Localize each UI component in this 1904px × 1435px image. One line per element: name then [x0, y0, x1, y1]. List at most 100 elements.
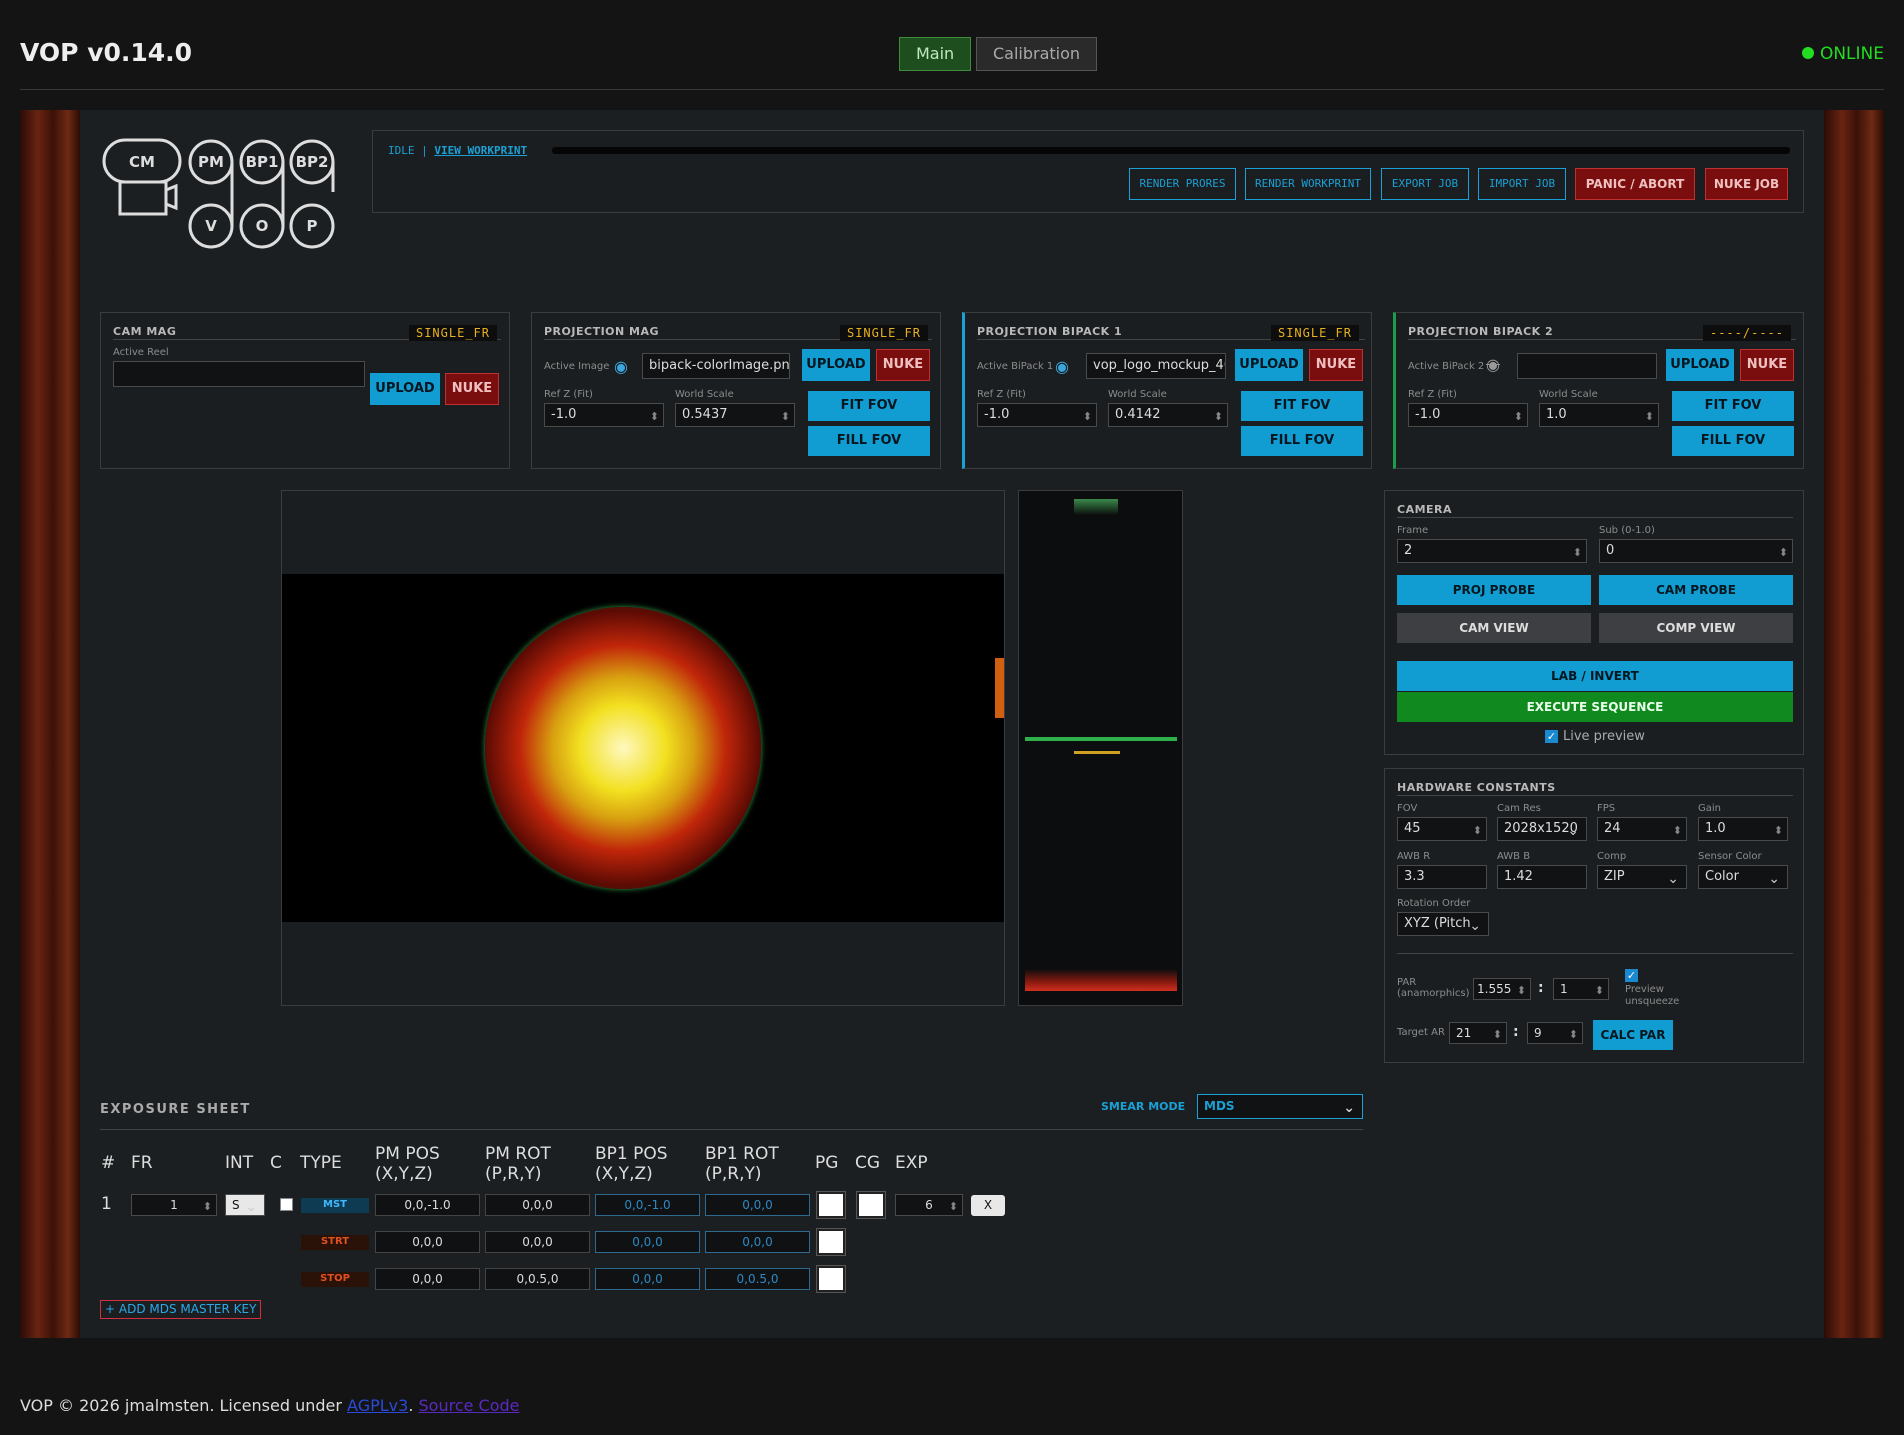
- smear-mode-select[interactable]: MDS: [1197, 1094, 1363, 1119]
- bipack1-fit-fov-button[interactable]: FIT FOV: [1241, 391, 1363, 421]
- cam-nuke-button[interactable]: NUKE: [445, 373, 499, 405]
- cam-view-button[interactable]: CAM VIEW: [1397, 613, 1591, 643]
- row-delete-button[interactable]: X: [971, 1195, 1005, 1216]
- comp-view-button[interactable]: COMP VIEW: [1599, 613, 1793, 643]
- stop-pm-pos[interactable]: 0,0,0: [375, 1268, 480, 1290]
- proj-refz-input[interactable]: -1.0: [544, 403, 664, 427]
- source-code-link[interactable]: Source Code: [419, 1396, 520, 1415]
- calc-par-button[interactable]: CALC PAR: [1593, 1020, 1673, 1050]
- stop-bp1-pos[interactable]: 0,0,0: [595, 1268, 700, 1290]
- awbb-input[interactable]: 1.42: [1497, 865, 1587, 889]
- live-preview-checkbox[interactable]: ✓: [1545, 730, 1558, 743]
- strt-bp1-rot[interactable]: 0,0,0: [705, 1231, 810, 1253]
- eye-icon[interactable]: ◉: [1055, 357, 1069, 376]
- bipack2-fit-fov-button[interactable]: FIT FOV: [1672, 391, 1794, 421]
- panic-abort-button[interactable]: PANIC / ABORT: [1575, 168, 1695, 200]
- bipack1-refz-input[interactable]: -1.0: [977, 403, 1097, 427]
- viewport-container[interactable]: [281, 490, 1005, 1006]
- frame-input[interactable]: 2: [1397, 539, 1587, 563]
- target-ar-a-input[interactable]: 21: [1449, 1022, 1507, 1044]
- stop-pm-rot[interactable]: 0,0.5,0: [485, 1268, 590, 1290]
- bipack1-scale-input[interactable]: 0.4142: [1108, 403, 1228, 427]
- proj-nuke-button[interactable]: NUKE: [876, 349, 930, 381]
- scope-green-trace: [1025, 737, 1177, 741]
- cam-probe-button[interactable]: CAM PROBE: [1599, 575, 1793, 605]
- connection-status: ONLINE: [1801, 44, 1884, 64]
- mst-pm-rot[interactable]: 0,0,0: [485, 1194, 590, 1216]
- stop-bp1-rot[interactable]: 0,0.5,0: [705, 1268, 810, 1290]
- bipack1-nuke-button[interactable]: NUKE: [1309, 349, 1363, 381]
- preview-label-line2: unsqueeze: [1625, 996, 1680, 1007]
- comp-select[interactable]: ZIP: [1597, 865, 1687, 889]
- mst-bp1-rot[interactable]: 0,0,0: [705, 1194, 810, 1216]
- logo-v: V: [205, 217, 217, 235]
- bipack1-fill-fov-button[interactable]: FILL FOV: [1241, 426, 1363, 456]
- viewport-canvas[interactable]: [282, 574, 1004, 922]
- add-mds-master-key-button[interactable]: + ADD MDS MASTER KEY: [100, 1300, 262, 1319]
- active-reel-input[interactable]: [113, 361, 365, 387]
- fov-input[interactable]: 45: [1397, 817, 1487, 841]
- strt-pg-swatch[interactable]: [816, 1228, 846, 1256]
- proj-scale-input[interactable]: 0.5437: [675, 403, 795, 427]
- strt-pm-pos[interactable]: 0,0,0: [375, 1231, 480, 1253]
- fps-input[interactable]: 24: [1597, 817, 1687, 841]
- gain-input[interactable]: 1.0: [1698, 817, 1788, 841]
- bipack1-active-input[interactable]: vop_logo_mockup_40: [1086, 353, 1226, 379]
- bipack2-nuke-button[interactable]: NUKE: [1740, 349, 1794, 381]
- eye-icon[interactable]: ◉: [614, 357, 628, 376]
- awbr-input[interactable]: 3.3: [1397, 865, 1487, 889]
- bipack2-fill-fov-button[interactable]: FILL FOV: [1672, 426, 1794, 456]
- logo-pm: PM: [198, 153, 224, 171]
- view-workprint-link[interactable]: VIEW WORKPRINT: [434, 144, 527, 157]
- bipack2-upload-button[interactable]: UPLOAD: [1666, 349, 1734, 381]
- proj-upload-button[interactable]: UPLOAD: [802, 349, 870, 381]
- par-colon: :: [1538, 980, 1544, 996]
- active-image-input[interactable]: bipack-colorImage.png: [642, 353, 790, 379]
- fov-label: FOV: [1397, 803, 1418, 814]
- eye-off-icon[interactable]: ◉: [1486, 355, 1500, 374]
- preview-unsqueeze-checkbox[interactable]: ✓: [1625, 969, 1638, 982]
- render-workprint-button[interactable]: RENDER WORKPRINT: [1245, 168, 1371, 200]
- proj-fill-fov-button[interactable]: FILL FOV: [808, 426, 930, 456]
- sensor-color-select[interactable]: Color: [1698, 865, 1788, 889]
- proj-scale-label: World Scale: [675, 389, 734, 400]
- execute-sequence-button[interactable]: EXECUTE SEQUENCE: [1397, 692, 1793, 722]
- bipack1-upload-button[interactable]: UPLOAD: [1235, 349, 1303, 381]
- strt-pm-rot[interactable]: 0,0,0: [485, 1231, 590, 1253]
- import-job-button[interactable]: IMPORT JOB: [1478, 168, 1566, 200]
- row-int-select[interactable]: S: [225, 1194, 265, 1216]
- license-link[interactable]: AGPLv3: [347, 1396, 408, 1415]
- tab-main[interactable]: Main: [899, 37, 972, 71]
- camres-select[interactable]: 2028x1520: [1497, 817, 1587, 841]
- footer-text: VOP © 2026 jmalmsten. Licensed under: [20, 1396, 348, 1415]
- proj-fit-fov-button[interactable]: FIT FOV: [808, 391, 930, 421]
- strt-bp1-pos[interactable]: 0,0,0: [595, 1231, 700, 1253]
- col-bp1-rot-1: BP1 ROT: [705, 1144, 779, 1164]
- tab-calibration[interactable]: Calibration: [976, 37, 1098, 71]
- row-exp-input[interactable]: 6: [895, 1194, 963, 1216]
- mst-bp1-pos[interactable]: 0,0,-1.0: [595, 1194, 700, 1216]
- export-job-button[interactable]: EXPORT JOB: [1381, 168, 1469, 200]
- sub-input[interactable]: 0: [1599, 539, 1793, 563]
- col-bp1-pos-2: (X,Y,Z): [595, 1164, 653, 1184]
- target-ar-b-input[interactable]: 9: [1527, 1022, 1583, 1044]
- nuke-job-button[interactable]: NUKE JOB: [1705, 168, 1788, 200]
- job-status: IDLE | VIEW WORKPRINT: [388, 144, 527, 157]
- stop-pg-swatch[interactable]: [816, 1265, 846, 1293]
- col-cg: CG: [855, 1153, 881, 1173]
- cam-upload-button[interactable]: UPLOAD: [370, 373, 440, 405]
- par-b-input[interactable]: 1: [1553, 978, 1609, 1000]
- proj-probe-button[interactable]: PROJ PROBE: [1397, 575, 1591, 605]
- render-prores-button[interactable]: RENDER PRORES: [1129, 168, 1236, 200]
- bipack2-refz-input[interactable]: -1.0: [1408, 403, 1528, 427]
- mst-pm-pos[interactable]: 0,0,-1.0: [375, 1194, 480, 1216]
- mst-pg-swatch[interactable]: [816, 1191, 846, 1219]
- bipack2-active-input[interactable]: [1517, 353, 1657, 379]
- row-c-checkbox[interactable]: [280, 1198, 293, 1211]
- bipack2-scale-input[interactable]: 1.0: [1539, 403, 1659, 427]
- mst-cg-swatch[interactable]: [856, 1191, 886, 1219]
- par-a-input[interactable]: 1.555: [1473, 978, 1531, 1000]
- row-frame-input[interactable]: 1: [131, 1194, 217, 1216]
- rotation-order-select[interactable]: XYZ (Pitch: [1397, 912, 1489, 936]
- lab-invert-button[interactable]: LAB / INVERT: [1397, 661, 1793, 691]
